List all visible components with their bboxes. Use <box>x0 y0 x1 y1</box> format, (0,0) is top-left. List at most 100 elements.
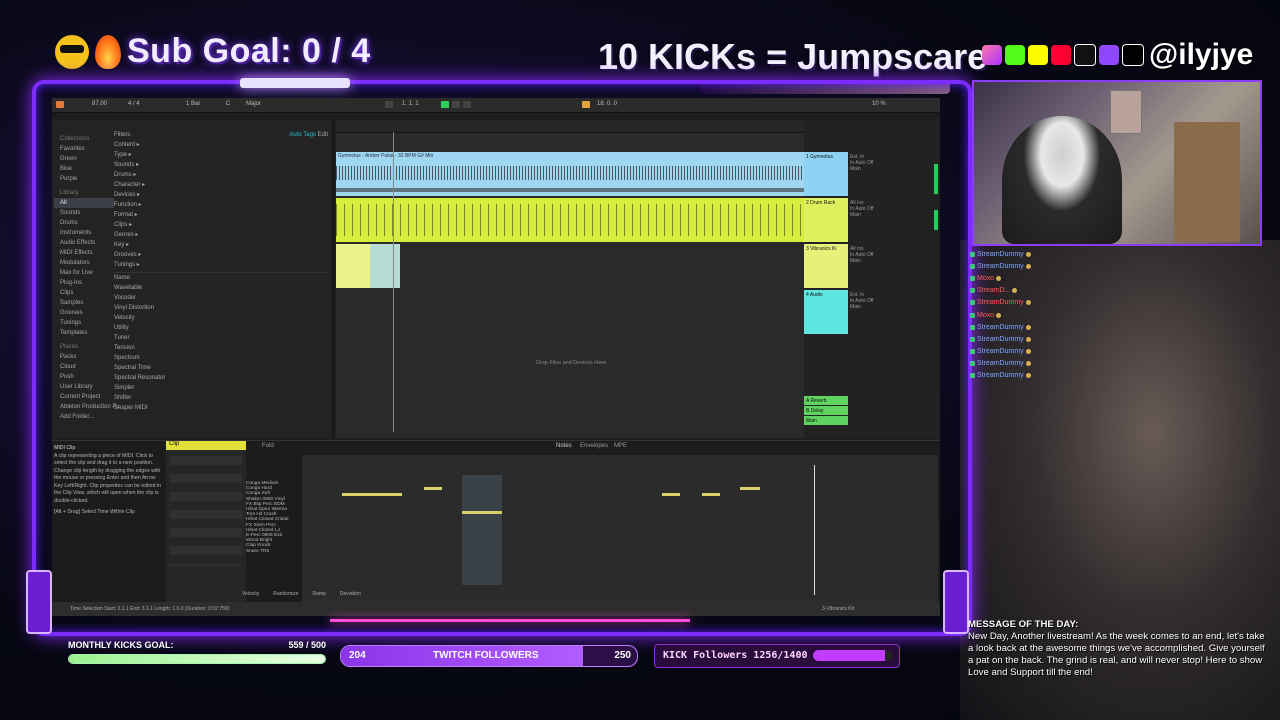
filter-character[interactable]: Character ▸ <box>114 180 328 190</box>
device-item[interactable]: Simpler <box>114 383 328 393</box>
place-push[interactable]: Push <box>54 372 114 382</box>
track-header-vibranics[interactable]: 3 Vibranics Ki <box>804 244 848 288</box>
library-audio-effects[interactable]: Audio Effects <box>54 238 114 248</box>
filter-function[interactable]: Function ▸ <box>114 200 328 210</box>
tempo-field[interactable]: 87.00 <box>92 101 107 107</box>
device-item[interactable]: Shifter <box>114 393 328 403</box>
key-select[interactable]: C <box>226 101 230 107</box>
midi-note[interactable] <box>342 493 402 496</box>
output-select[interactable]: Main <box>850 258 938 264</box>
auto-tags-toggle[interactable]: Auto Tags <box>289 132 316 138</box>
device-item[interactable]: Vinyl Distortion <box>114 303 328 313</box>
audio-clip-gymnotus[interactable]: Gymnotus - Amber Pulse - 32 BPM G# Min <box>336 152 804 196</box>
device-item[interactable]: Spectral Resonator <box>114 373 328 383</box>
device-item[interactable]: Spectral Time <box>114 363 328 373</box>
mpe-tab[interactable]: MPE <box>614 443 627 449</box>
collection-favorites[interactable]: Favorites <box>54 144 114 154</box>
quantization-select[interactable]: 1 Bar <box>186 101 200 107</box>
fold-button[interactable]: Fold <box>262 443 274 449</box>
scale-select[interactable]: Major <box>246 101 261 107</box>
name-column-header[interactable]: Name <box>114 272 328 283</box>
midi-note[interactable] <box>662 493 680 496</box>
device-item[interactable]: Shaper MIDI <box>114 403 328 413</box>
midi-note[interactable] <box>424 487 442 490</box>
stop-button[interactable] <box>452 101 460 108</box>
loop-button[interactable] <box>582 101 590 108</box>
drum-pad-name[interactable]: Snare TR8 <box>246 549 300 554</box>
filter-type[interactable]: Type ▸ <box>114 150 328 160</box>
place-production-pack[interactable]: Ableton Production P... <box>54 402 121 412</box>
follow-button[interactable] <box>385 101 393 108</box>
library-grooves[interactable]: Grooves <box>54 308 114 318</box>
filter-content[interactable]: Content ▸ <box>114 140 328 150</box>
filter-genres[interactable]: Genres ▸ <box>114 230 328 240</box>
library-sounds[interactable]: Sounds <box>54 208 114 218</box>
library-max-for-live[interactable]: Max for Live <box>54 268 114 278</box>
edit-button[interactable]: Edit <box>318 132 328 138</box>
device-item[interactable]: Spectrum <box>114 353 328 363</box>
envelopes-tab[interactable]: Envelopes <box>580 443 608 449</box>
main-track[interactable]: Main <box>804 416 848 425</box>
filter-drums[interactable]: Drums ▸ <box>114 170 328 180</box>
filter-format[interactable]: Format ▸ <box>114 210 328 220</box>
device-item[interactable]: Tuner <box>114 333 328 343</box>
track-io[interactable]: All Ins In Auto Off Main <box>850 200 938 218</box>
return-track-reverb[interactable]: A Reverb <box>804 396 848 405</box>
library-samples[interactable]: Samples <box>54 298 114 308</box>
place-cloud[interactable]: Cloud <box>54 362 114 372</box>
midi-note[interactable] <box>462 511 502 514</box>
device-item[interactable]: Utility <box>114 323 328 333</box>
track-io[interactable]: All Ins In Auto Off Main <box>850 246 938 264</box>
library-tunings[interactable]: Tunings <box>54 318 114 328</box>
filter-sounds[interactable]: Sounds ▸ <box>114 160 328 170</box>
track-io[interactable]: Ext. In In Auto Off Main <box>850 154 938 172</box>
arrangement-position[interactable]: 1. 1. 1 <box>402 101 419 107</box>
device-item[interactable]: Wavetable <box>114 283 328 293</box>
midi-note[interactable] <box>702 493 720 496</box>
filter-clips[interactable]: Clips ▸ <box>114 220 328 230</box>
place-current-project[interactable]: Current Project <box>54 392 114 402</box>
collection-purple[interactable]: Purple <box>54 174 114 184</box>
device-item[interactable]: Vocoder <box>114 293 328 303</box>
library-drums[interactable]: Drums <box>54 218 114 228</box>
midi-note-editor[interactable] <box>302 455 938 605</box>
track-header-gymnotus[interactable]: 1 Gymnotus <box>804 152 848 196</box>
place-packs[interactable]: Packs <box>54 352 114 362</box>
clip-settings[interactable] <box>170 456 242 566</box>
time-signature[interactable]: 4 / 4 <box>128 101 140 107</box>
filter-devices[interactable]: Devices ▸ <box>114 190 328 200</box>
record-button[interactable] <box>463 101 471 108</box>
notes-tab[interactable]: Notes <box>556 443 572 449</box>
output-select[interactable]: Main <box>850 212 938 218</box>
library-templates[interactable]: Templates <box>54 328 114 338</box>
timeline-ruler[interactable] <box>336 120 804 133</box>
device-item[interactable]: Velocity <box>114 313 328 323</box>
filter-key[interactable]: Key ▸ <box>114 240 328 250</box>
device-item[interactable]: Tension <box>114 343 328 353</box>
library-instruments[interactable]: Instruments <box>54 228 114 238</box>
collection-green[interactable]: Green <box>54 154 114 164</box>
clip-label[interactable]: Clip <box>166 441 246 450</box>
output-select[interactable]: Main <box>850 166 938 172</box>
track-header-drum-rack[interactable]: 2 Drum Rack <box>804 198 848 242</box>
midi-clip-vibranics[interactable] <box>336 244 400 288</box>
library-midi-effects[interactable]: MIDI Effects <box>54 248 114 258</box>
filter-tunings[interactable]: Tunings ▸ <box>114 260 328 270</box>
library-clips[interactable]: Clips <box>54 288 114 298</box>
output-select[interactable]: Main <box>850 304 938 310</box>
midi-note[interactable] <box>740 487 760 490</box>
place-add-folder[interactable]: Add Folder... <box>54 412 114 422</box>
arrangement-view[interactable]: Gymnotus - Amber Pulse - 32 BPM G# Min D… <box>336 120 804 438</box>
collection-blue[interactable]: Blue <box>54 164 114 174</box>
library-modulators[interactable]: Modulators <box>54 258 114 268</box>
tap-button[interactable] <box>56 101 64 108</box>
library-all[interactable]: All <box>54 198 114 208</box>
place-user-library[interactable]: User Library <box>54 382 114 392</box>
track-io[interactable]: Ext. In In Auto Off Main <box>850 292 938 310</box>
track-header-audio[interactable]: 4 Audio <box>804 290 848 334</box>
filter-grooves[interactable]: Grooves ▸ <box>114 250 328 260</box>
play-button[interactable] <box>441 101 449 108</box>
return-track-delay[interactable]: B Delay <box>804 406 848 415</box>
midi-clip-drum-rack[interactable] <box>336 198 804 242</box>
ramp-button[interactable]: Ramp <box>313 591 326 597</box>
